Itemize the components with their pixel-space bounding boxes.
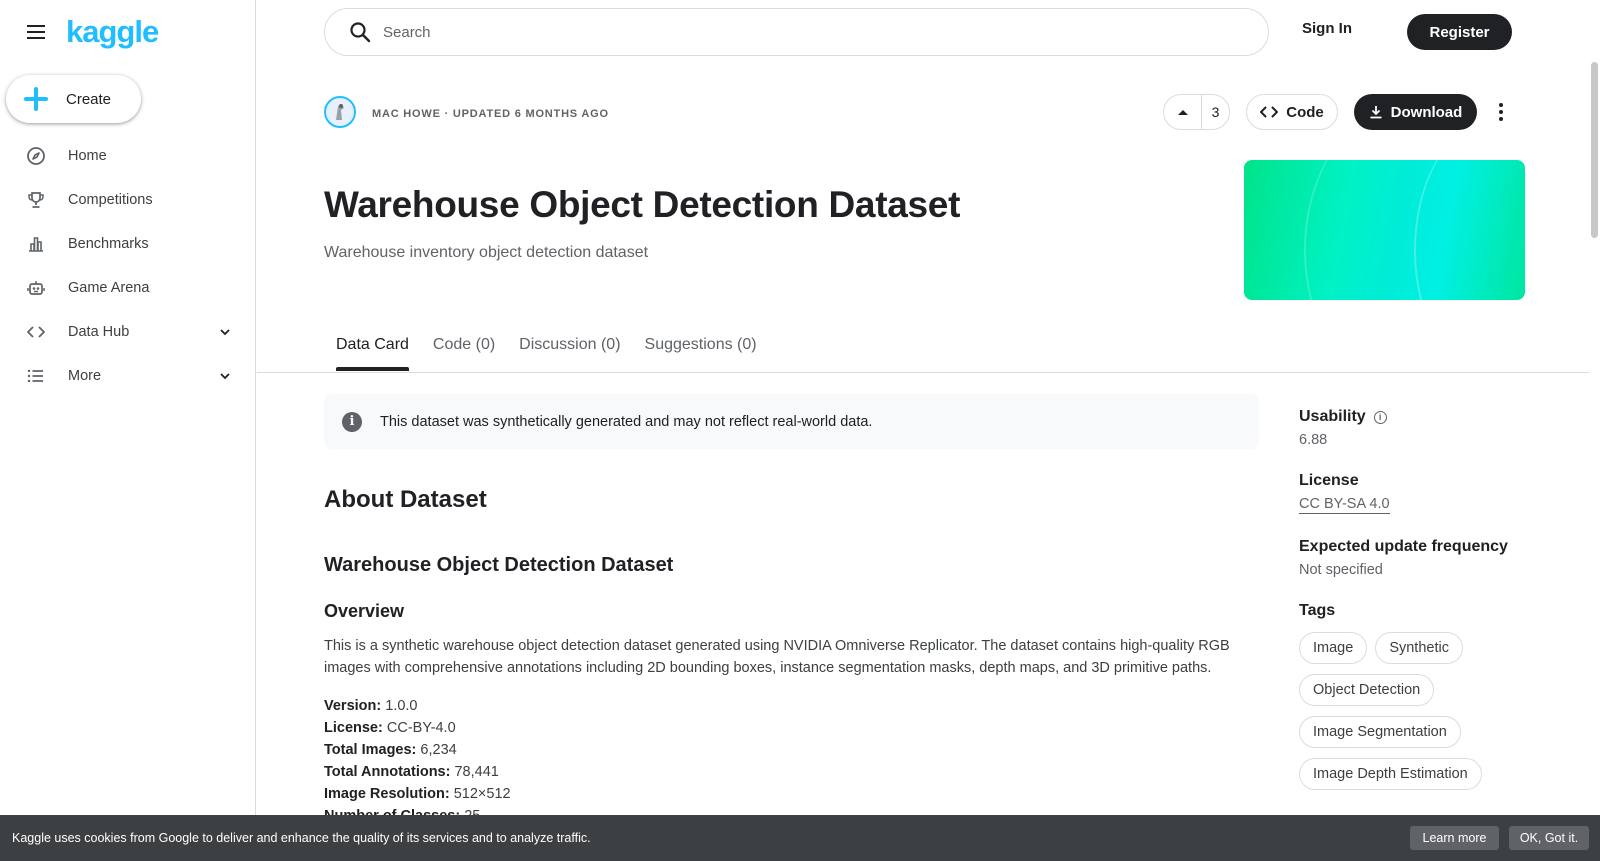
license-label: License — [1299, 472, 1359, 489]
cookie-banner: Kaggle uses cookies from Google to deliv… — [0, 815, 1600, 861]
compass-icon — [26, 146, 46, 166]
sidebar-item-benchmarks[interactable]: Benchmarks — [0, 222, 255, 266]
page-subtitle: Warehouse inventory object detection dat… — [324, 244, 649, 261]
search-bar[interactable] — [324, 8, 1269, 56]
code-button[interactable]: Code — [1246, 94, 1338, 130]
sidebar-item-game-arena[interactable]: Game Arena — [0, 266, 255, 310]
sidebar-nav: Home Competitions Benchmarks Game Arena … — [0, 134, 255, 398]
create-button[interactable]: Create — [6, 75, 141, 123]
tab-divider — [257, 372, 1589, 373]
trophy-icon — [26, 190, 46, 210]
download-button-label: Download — [1390, 103, 1463, 121]
sidebar-item-competitions[interactable]: Competitions — [0, 178, 255, 222]
cover-image — [1244, 160, 1525, 300]
code-icon — [26, 322, 46, 342]
more-options-icon[interactable] — [1491, 98, 1511, 126]
upvote-count: 3 — [1211, 104, 1220, 120]
notice-text: This dataset was synthetically generated… — [380, 413, 873, 430]
create-label: Create — [66, 90, 112, 108]
upvote-control: 3 — [1163, 94, 1230, 130]
page-title: Warehouse Object Detection Dataset — [324, 184, 961, 225]
sidebar-item-label: Competitions — [68, 192, 153, 208]
menu-icon[interactable] — [24, 20, 48, 44]
download-button[interactable]: Download — [1354, 94, 1477, 130]
metadata-panel: Usability i 6.88 License CC BY-SA 4.0 Ex… — [1299, 408, 1539, 814]
overview-heading: Overview — [324, 601, 405, 621]
code-icon — [1260, 106, 1279, 118]
search-icon — [350, 22, 371, 43]
tab-data-card[interactable]: Data Card — [336, 336, 409, 371]
sidebar-item-label: More — [68, 368, 102, 384]
sidebar-item-more[interactable]: More — [0, 354, 255, 398]
register-button[interactable]: Register — [1407, 14, 1512, 50]
chevron-down-icon[interactable] — [217, 368, 233, 384]
info-icon: i — [342, 411, 362, 432]
tab-bar: Data Card Code (0) Discussion (0) Sugges… — [336, 336, 757, 371]
scrollbar[interactable] — [1591, 62, 1598, 238]
sidebar-item-data-hub[interactable]: Data Hub — [0, 310, 255, 354]
sidebar: kaggle Create Home Competitions Benchmar… — [0, 0, 256, 861]
upvote-button[interactable] — [1164, 95, 1202, 129]
chevron-down-icon[interactable] — [217, 324, 233, 340]
bar-chart-icon — [26, 234, 46, 254]
update-frequency-value: Not specified — [1299, 562, 1383, 578]
list-icon — [26, 366, 46, 386]
tab-discussion[interactable]: Discussion (0) — [519, 336, 620, 370]
fact-row: Total Images: 6,234 — [324, 742, 457, 758]
fact-row: Version: 1.0.0 — [324, 698, 418, 714]
dataset-meta: Mac Howe · Updated 6 months ago — [372, 108, 609, 120]
sign-in-link[interactable]: Sign In — [1302, 20, 1352, 37]
sidebar-item-label: Home — [68, 148, 107, 164]
search-input[interactable] — [383, 23, 1183, 41]
tab-code[interactable]: Code (0) — [433, 336, 495, 370]
dataset-facts: Version: 1.0.0 License: CC-BY-4.0 Total … — [324, 695, 511, 827]
avatar[interactable] — [324, 96, 356, 128]
fact-row: Image Resolution: 512×512 — [324, 786, 511, 802]
download-icon — [1370, 106, 1382, 119]
tag-chip[interactable]: Object Detection — [1299, 674, 1435, 706]
dataset-heading: Warehouse Object Detection Dataset — [324, 554, 674, 576]
update-frequency-label: Expected update frequency — [1299, 538, 1508, 555]
about-heading: About Dataset — [324, 486, 487, 513]
sidebar-item-label: Benchmarks — [68, 236, 149, 252]
tab-suggestions[interactable]: Suggestions (0) — [645, 336, 757, 370]
tag-chip[interactable]: Image — [1299, 632, 1368, 664]
license-link[interactable]: CC BY-SA 4.0 — [1299, 496, 1390, 514]
fact-row: Total Annotations: 78,441 — [324, 764, 499, 780]
tag-chip[interactable]: Synthetic — [1375, 632, 1463, 664]
synthetic-notice: i This dataset was synthetically generat… — [324, 394, 1259, 449]
sidebar-item-home[interactable]: Home — [0, 134, 255, 178]
tags-label: Tags — [1299, 602, 1336, 619]
accept-cookies-button[interactable]: OK, Got it. — [1509, 826, 1589, 850]
tag-chip[interactable]: Image Depth Estimation — [1299, 758, 1482, 790]
learn-more-button[interactable]: Learn more — [1410, 826, 1499, 850]
sidebar-item-label: Game Arena — [68, 280, 150, 296]
tag-list: Image Synthetic Object Detection Image S… — [1299, 632, 1539, 790]
sidebar-item-label: Data Hub — [68, 324, 130, 340]
brand: kaggle — [24, 14, 159, 50]
code-button-label: Code — [1286, 103, 1324, 121]
usability-label: Usability i — [1299, 408, 1539, 426]
plus-icon — [24, 87, 48, 111]
cookie-text: Kaggle uses cookies from Google to deliv… — [12, 831, 591, 845]
overview-text: This is a synthetic warehouse object det… — [324, 638, 1230, 676]
kaggle-logo[interactable]: kaggle — [66, 14, 159, 50]
usability-value: 6.88 — [1299, 432, 1328, 448]
fact-row: License: CC-BY-4.0 — [324, 720, 456, 736]
info-icon[interactable]: i — [1373, 410, 1387, 424]
caret-up-icon — [1177, 110, 1188, 115]
tag-chip[interactable]: Image Segmentation — [1299, 716, 1461, 748]
robot-icon — [26, 278, 46, 298]
